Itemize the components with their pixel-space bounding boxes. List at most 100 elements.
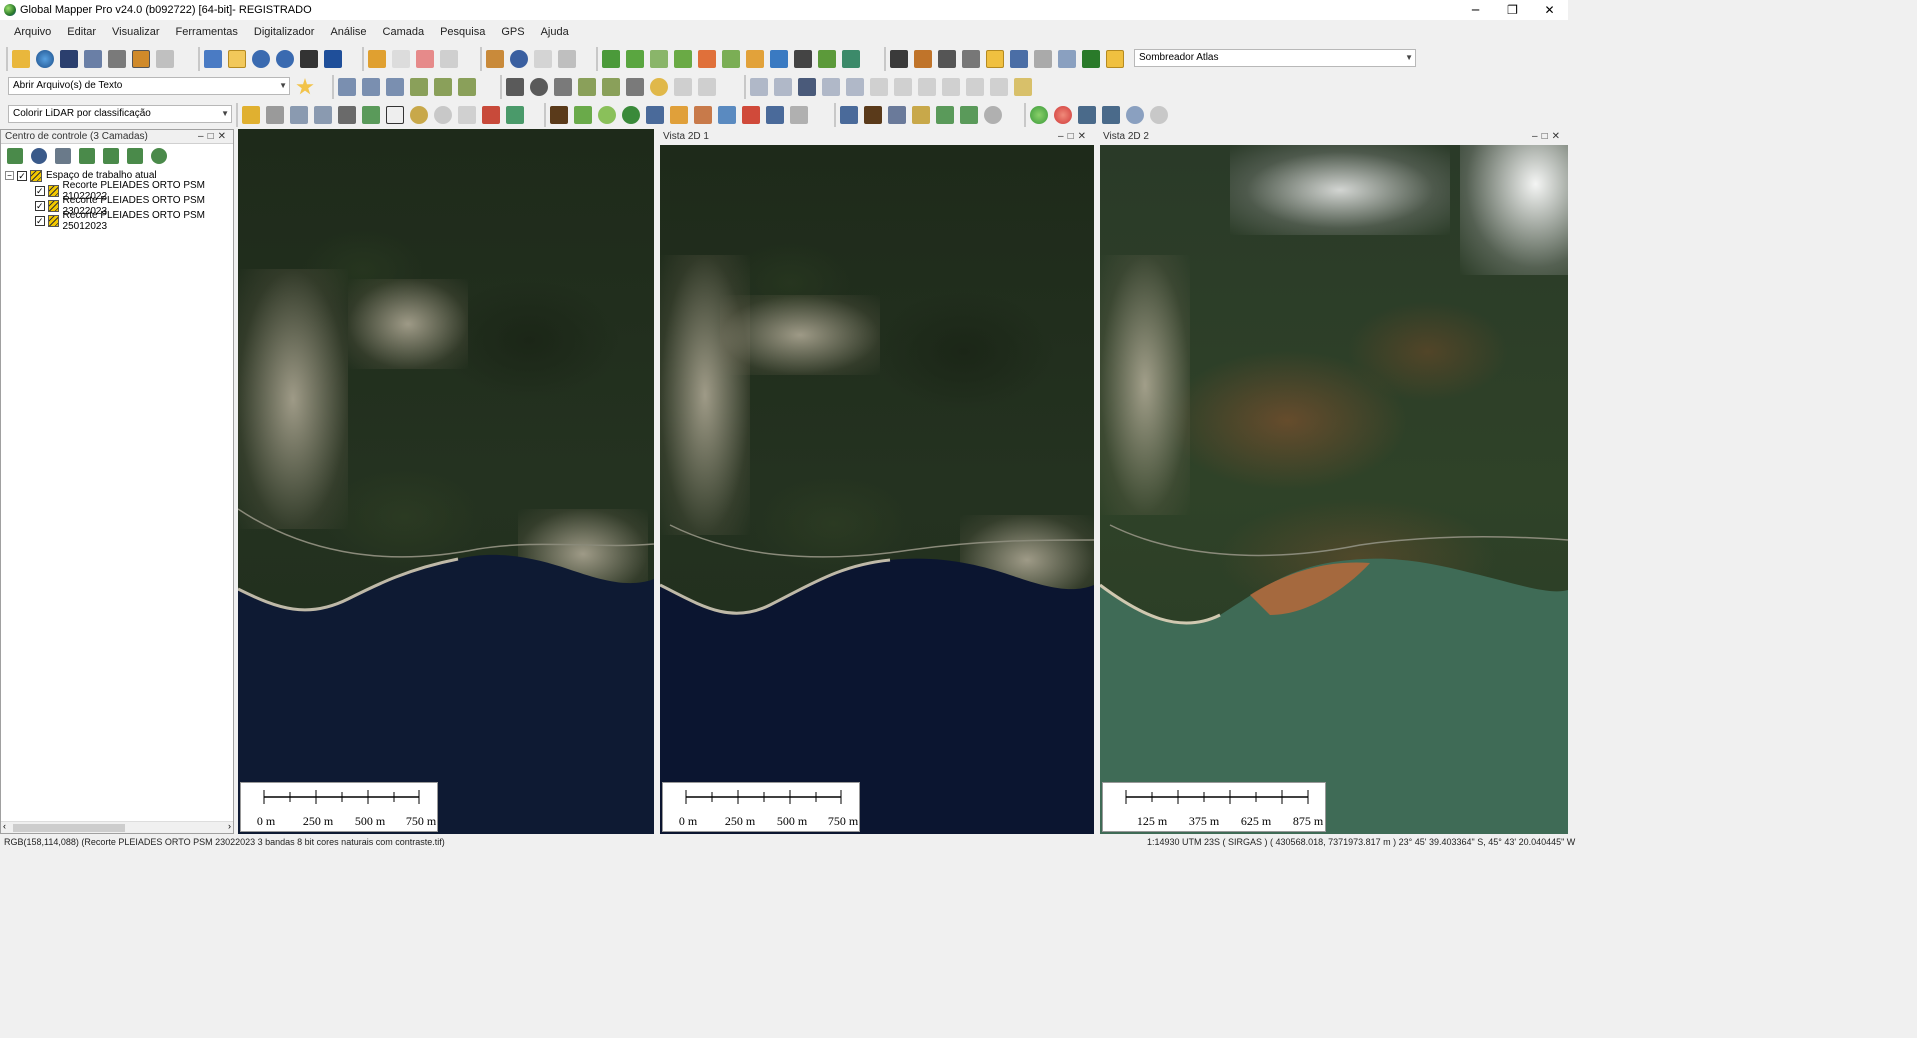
gradient-icon[interactable]	[770, 50, 788, 68]
home-icon[interactable]	[324, 50, 342, 68]
filter-icon[interactable]	[242, 106, 260, 124]
insert-node-icon[interactable]	[894, 78, 912, 96]
snap-icon[interactable]	[798, 78, 816, 96]
rect-icon[interactable]	[554, 78, 572, 96]
survey-icon[interactable]	[840, 106, 858, 124]
lidar-color-select[interactable]: Colorir LiDAR por classificação ▼	[8, 105, 232, 123]
close-button[interactable]: ✕	[1531, 0, 1568, 20]
pan-vertex-icon[interactable]	[822, 78, 840, 96]
scale-icon[interactable]	[846, 78, 864, 96]
smooth-icon[interactable]	[942, 78, 960, 96]
view-minimize-icon[interactable]: –	[1058, 131, 1068, 142]
show-layer-icon[interactable]	[127, 148, 143, 164]
lidar-zoom-icon[interactable]	[314, 106, 332, 124]
simplify-icon[interactable]	[966, 78, 984, 96]
attributes-icon[interactable]	[55, 148, 71, 164]
back-arrow-icon[interactable]	[300, 50, 318, 68]
power-line-icon[interactable]	[694, 106, 712, 124]
delete-icon[interactable]	[416, 50, 434, 68]
menu-gps[interactable]: GPS	[493, 26, 532, 38]
scroll-right-icon[interactable]: ›	[228, 821, 231, 831]
globe-icon[interactable]	[36, 50, 54, 68]
extract-icon[interactable]	[506, 106, 524, 124]
ground-icon[interactable]	[550, 106, 568, 124]
building-icon[interactable]	[646, 106, 664, 124]
draw-line-icon[interactable]	[410, 78, 428, 96]
breakline-icon[interactable]	[458, 106, 476, 124]
slope-icon[interactable]	[1058, 50, 1076, 68]
atlas-shader-icon[interactable]	[1106, 50, 1124, 68]
remove-layer-icon[interactable]	[151, 148, 167, 164]
volume-icon[interactable]	[722, 50, 740, 68]
layer-checkbox[interactable]: ✓	[35, 185, 45, 196]
satellite-imagery[interactable]	[238, 129, 654, 834]
zoom-in-icon[interactable]	[252, 50, 270, 68]
horizontal-scrollbar[interactable]: ‹ ›	[1, 821, 233, 833]
shader-select[interactable]: Sombreador Atlas ▼	[1134, 49, 1416, 67]
view-close-icon[interactable]: ✕	[1552, 131, 1564, 142]
draw-trace-icon[interactable]	[458, 78, 476, 96]
pencil-icon[interactable]	[368, 50, 386, 68]
menu-camada[interactable]: Camada	[375, 26, 433, 38]
vertical-exag-icon[interactable]	[1010, 50, 1028, 68]
join-line-icon[interactable]	[602, 78, 620, 96]
info-icon[interactable]	[510, 50, 528, 68]
view-maximize-icon[interactable]: □	[1068, 131, 1078, 142]
path-profile-icon[interactable]	[914, 50, 932, 68]
map-view-2d-2[interactable]: Vista 2D 2 –□✕ 125 m 375 m 625 m 875 m	[1100, 129, 1568, 834]
digitize-icon[interactable]	[558, 50, 576, 68]
edit-vertex-icon[interactable]	[674, 78, 692, 96]
lidar-grid-icon[interactable]	[266, 106, 284, 124]
contour-icon[interactable]	[626, 50, 644, 68]
menu-analise[interactable]: Análise	[322, 26, 374, 38]
restore-button[interactable]: ❐	[1494, 0, 1531, 20]
menu-visualizar[interactable]: Visualizar	[104, 26, 168, 38]
cluster-icon[interactable]	[410, 106, 428, 124]
shader-icon[interactable]	[986, 50, 1004, 68]
save-icon[interactable]	[60, 50, 78, 68]
view-maximize-icon[interactable]: □	[1542, 131, 1552, 142]
satellite-imagery[interactable]	[660, 145, 1094, 834]
watershed-icon[interactable]	[698, 50, 716, 68]
workspace-checkbox[interactable]: ✓	[17, 170, 27, 181]
move-icon[interactable]	[440, 50, 458, 68]
viewshed-icon[interactable]	[674, 50, 692, 68]
mountain-icon[interactable]	[864, 106, 882, 124]
overview-icon[interactable]	[890, 50, 908, 68]
view-close-icon[interactable]: ✕	[1078, 131, 1090, 142]
pan-hand-icon[interactable]	[228, 50, 246, 68]
zoom-to-layer-icon[interactable]	[7, 148, 23, 164]
line-icon[interactable]	[338, 78, 356, 96]
remove-waypoint-icon[interactable]	[1150, 106, 1168, 124]
water-level-icon[interactable]	[1034, 50, 1052, 68]
rotate-icon[interactable]	[774, 78, 792, 96]
search-layer-icon[interactable]	[103, 148, 119, 164]
menu-ferramentas[interactable]: Ferramentas	[168, 26, 246, 38]
fly-through-icon[interactable]	[1078, 106, 1096, 124]
pole-icon[interactable]	[670, 106, 688, 124]
add-waypoint-icon[interactable]	[1126, 106, 1144, 124]
move-tool-icon[interactable]	[960, 106, 978, 124]
panel-maximize-icon[interactable]: □	[208, 131, 218, 142]
curve-icon[interactable]	[386, 78, 404, 96]
play-icon[interactable]	[1030, 106, 1048, 124]
water-icon[interactable]	[718, 106, 736, 124]
main-map-view[interactable]: 0 m 250 m 500 m 750 m	[238, 129, 654, 834]
points-icon[interactable]	[742, 106, 760, 124]
menu-editar[interactable]: Editar	[59, 26, 104, 38]
minimize-button[interactable]: ─	[1457, 0, 1494, 20]
menu-pesquisa[interactable]: Pesquisa	[432, 26, 493, 38]
area-icon[interactable]	[650, 78, 668, 96]
angle-icon[interactable]	[506, 78, 524, 96]
route-icon[interactable]	[1102, 106, 1120, 124]
polyline-icon[interactable]	[362, 78, 380, 96]
layers-icon[interactable]	[132, 50, 150, 68]
stop-icon[interactable]	[1054, 106, 1072, 124]
line-of-sight-icon[interactable]	[794, 50, 812, 68]
marker-icon[interactable]	[912, 106, 930, 124]
layer-stack-icon[interactable]	[482, 106, 500, 124]
layer-checkbox[interactable]: ✓	[35, 215, 45, 226]
layer-row[interactable]: ✓ Recorte PLEIADES ORTO PSM 25012023	[5, 210, 233, 232]
3d-view-icon[interactable]	[962, 50, 980, 68]
measure-line-icon[interactable]	[1014, 78, 1032, 96]
